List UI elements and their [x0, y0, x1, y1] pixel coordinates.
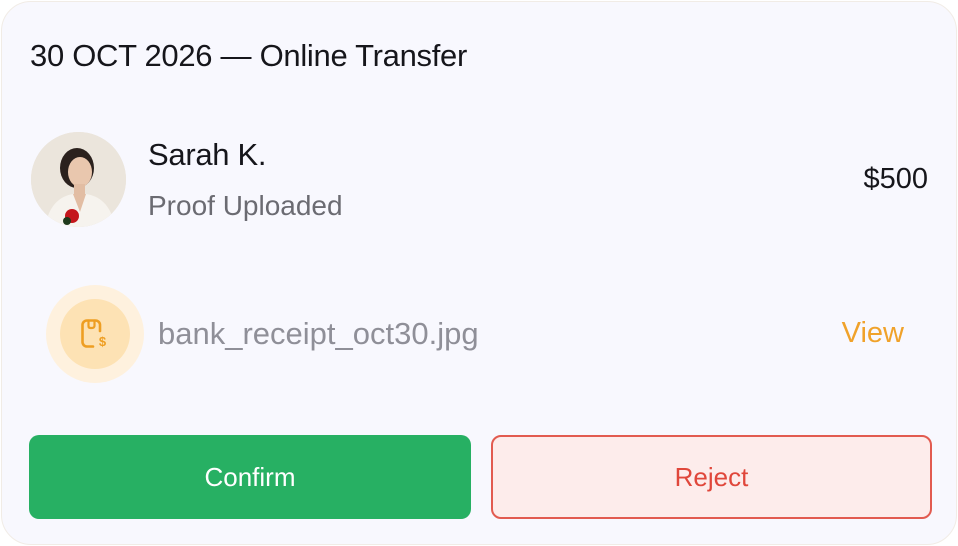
card-title: 30 OCT 2026 — Online Transfer — [30, 38, 468, 73]
status-text: Proof Uploaded — [148, 190, 343, 221]
amount: $500 — [863, 163, 928, 195]
svg-text:$: $ — [99, 334, 107, 349]
reject-button[interactable]: Reject — [491, 435, 932, 519]
confirm-button[interactable]: Confirm — [29, 435, 471, 519]
user-avatar-icon — [31, 132, 126, 227]
payer-name: Sarah K. — [148, 137, 267, 172]
view-attachment-link[interactable]: View — [842, 317, 904, 350]
attachment-filename: bank_receipt_oct30.jpg — [158, 316, 479, 351]
payment-proof-card: 30 OCT 2026 — Online Transfer Sarah K. P… — [1, 1, 957, 545]
avatar — [31, 132, 126, 227]
receipt-dollar-icon: $ — [81, 319, 107, 349]
attachment-icon-badge: $ — [46, 285, 144, 383]
